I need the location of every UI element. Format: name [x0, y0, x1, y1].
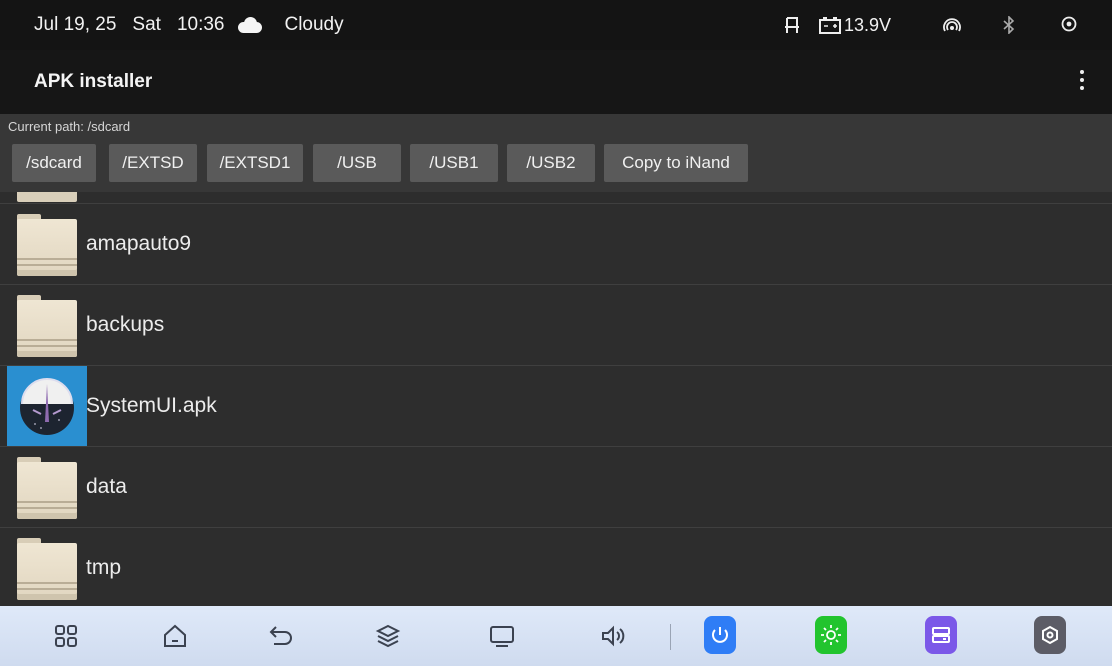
- folder-icon: [17, 214, 77, 276]
- copy-to-inand-button[interactable]: Copy to iNand: [604, 144, 748, 182]
- list-item[interactable]: data: [0, 446, 1112, 526]
- file-name: SystemUI.apk: [86, 393, 217, 417]
- status-time: 10:36: [176, 14, 225, 35]
- current-path-label: Current path: /sdcard: [8, 119, 131, 134]
- page-title: APK installer: [34, 71, 153, 92]
- volume-icon[interactable]: [595, 618, 631, 654]
- status-day: Sat: [132, 14, 161, 35]
- list-item[interactable]: SystemUI.apk: [0, 365, 1112, 446]
- app-bar: APK installer: [0, 50, 1112, 114]
- location-icon: [1060, 16, 1078, 34]
- nav-divider: [670, 624, 671, 650]
- path-area: Current path: /sdcard /sdcard /EXTSD /EX…: [0, 114, 1112, 192]
- nav-bar: [0, 606, 1112, 666]
- file-list[interactable]: amapauto9 backups SystemUI.apk data tmp: [0, 192, 1112, 606]
- folder-icon: [17, 192, 77, 202]
- apk-icon: [7, 366, 87, 446]
- home-icon[interactable]: [157, 618, 193, 654]
- path-button-usb1[interactable]: /USB1: [410, 144, 498, 182]
- settings-icon[interactable]: [1034, 616, 1066, 654]
- file-name: amapauto9: [86, 231, 192, 255]
- back-icon[interactable]: [263, 618, 299, 654]
- file-name: data: [86, 474, 127, 498]
- hotspot-icon: [942, 17, 962, 33]
- folder-icon: [17, 295, 77, 357]
- power-icon[interactable]: [704, 616, 736, 654]
- seat-icon: [782, 16, 802, 34]
- brightness-icon[interactable]: [815, 616, 847, 654]
- bluetooth-icon: [1000, 16, 1018, 34]
- layers-icon[interactable]: [370, 618, 406, 654]
- folder-icon: [17, 538, 77, 600]
- storage-icon[interactable]: [925, 616, 957, 654]
- list-item[interactable]: backups: [0, 284, 1112, 364]
- path-button-usb2[interactable]: /USB2: [507, 144, 595, 182]
- voltage-text: 13.9V: [844, 14, 892, 35]
- path-button-extsd[interactable]: /EXTSD: [109, 144, 197, 182]
- apps-grid-icon[interactable]: [48, 618, 84, 654]
- folder-icon: [17, 457, 77, 519]
- overflow-menu-icon[interactable]: [1078, 70, 1086, 94]
- status-date: Jul 19, 25: [34, 14, 117, 35]
- path-button-sdcard[interactable]: /sdcard: [12, 144, 96, 182]
- status-weather: Cloudy: [284, 14, 344, 35]
- list-item[interactable]: amapauto9: [0, 203, 1112, 283]
- battery-icon: [818, 16, 842, 34]
- status-bar: Jul 19, 25 Sat 10:36 Cloudy 13.9V: [0, 0, 1112, 50]
- file-name: backups: [86, 312, 165, 336]
- cloud-icon: [236, 17, 263, 33]
- path-button-extsd1[interactable]: /EXTSD1: [207, 144, 303, 182]
- screen-icon[interactable]: [484, 618, 520, 654]
- list-item[interactable]: tmp: [0, 527, 1112, 606]
- file-name: tmp: [86, 555, 122, 579]
- path-button-usb[interactable]: /USB: [313, 144, 401, 182]
